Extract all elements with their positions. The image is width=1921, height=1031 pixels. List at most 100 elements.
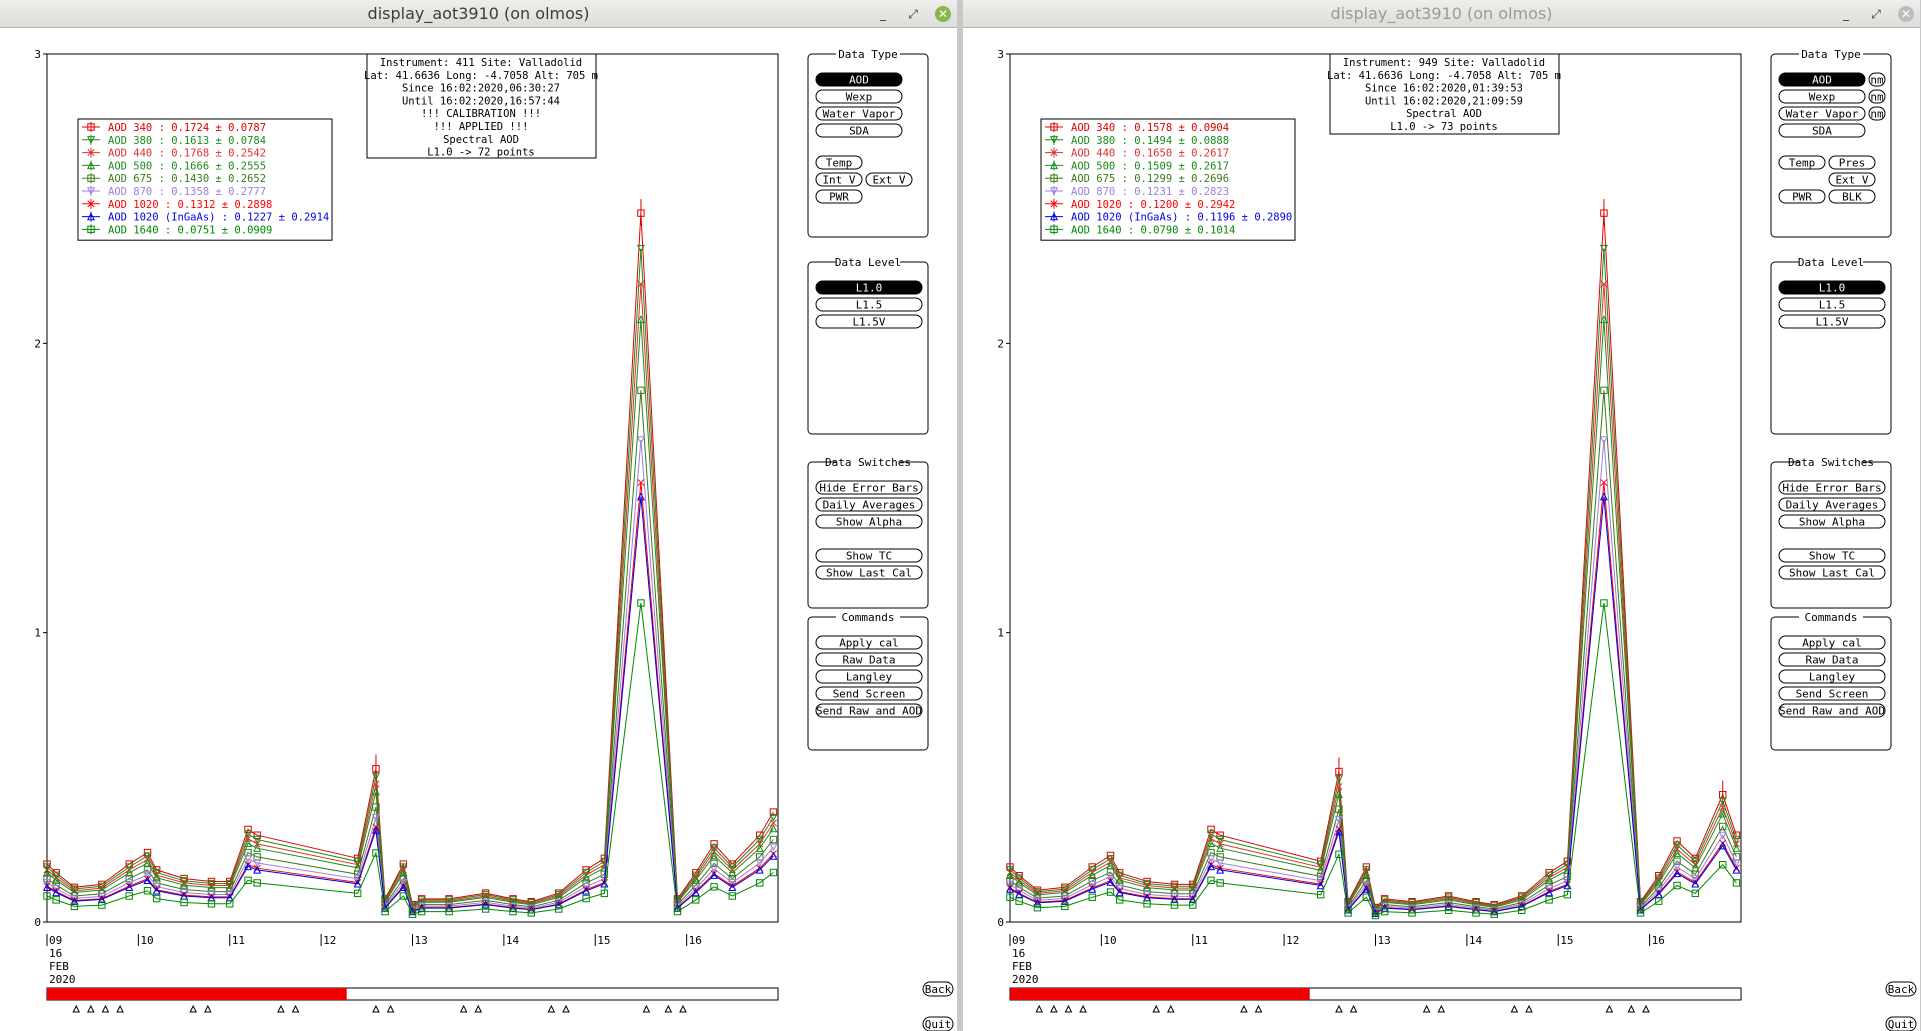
event-marker-icon	[459, 1004, 468, 1013]
left-plot-area: 321009 10 11 12 13 14 15 1616FEB2020Instrument:…	[34, 48, 954, 1031]
event-marker-icon	[642, 1004, 651, 1013]
event-marker-icon	[1422, 1004, 1431, 1013]
left-titlebar[interactable]: display_aot3910 (on olmos) _ ⤢ ✕	[0, 0, 957, 28]
legend-label: AOD 500 : 0.1509 ± 0.2617	[1071, 160, 1229, 172]
event-marker-icon	[664, 1004, 673, 1013]
button-sda[interactable]: SDA	[1778, 123, 1866, 138]
button-nm[interactable]: nm	[1868, 89, 1886, 104]
button-aod[interactable]: AOD	[815, 72, 903, 87]
button-send-screen[interactable]: Send Screen	[1778, 686, 1886, 701]
button-show-alpha[interactable]: Show Alpha	[815, 514, 923, 529]
button-langley[interactable]: Langley	[1778, 669, 1886, 684]
button-pres[interactable]: Pres	[1828, 155, 1876, 170]
button-hide-error-bars[interactable]: Hide Error Bars	[1778, 480, 1886, 495]
panel-data-type: Data Type AOD Wexp Water Vapor SDA Temp Int V E…	[807, 48, 929, 238]
button-show-tc[interactable]: Show TC	[815, 548, 923, 563]
close-icon[interactable]: ✕	[935, 6, 951, 22]
button-ext-v[interactable]: Ext V	[865, 172, 913, 187]
button-aod[interactable]: AOD	[1778, 72, 1866, 87]
button-label: Show Last Cal	[826, 567, 912, 580]
date-label: 2020	[1012, 973, 1039, 986]
minimize-icon[interactable]: _	[1838, 6, 1854, 22]
button-nm[interactable]: nm	[1868, 106, 1886, 121]
panel-data-level: Data Level L1.0 L1.5 L1.5V	[807, 256, 929, 435]
button-pwr[interactable]: PWR	[815, 189, 863, 204]
button-send-screen[interactable]: Send Screen	[815, 686, 923, 701]
panel-title: Data Type	[838, 48, 898, 61]
button-show-tc[interactable]: Show TC	[1778, 548, 1886, 563]
info-line: !!! CALIBRATION !!!	[421, 108, 541, 120]
event-marker-icon	[291, 1004, 300, 1013]
info-line: Until 16:02:2020,21:09:59	[1365, 95, 1523, 107]
button-ext-v[interactable]: Ext V	[1828, 172, 1876, 187]
button-label: Send Raw and AOD	[1779, 705, 1885, 718]
quit-button[interactable]: Quit	[1885, 1016, 1917, 1031]
button-label: Wexp	[1809, 91, 1836, 104]
button-show-last-cal[interactable]: Show Last Cal	[815, 565, 923, 580]
x-tick-label: 11	[232, 934, 245, 947]
info-line: Since 16:02:2020,06:30:27	[402, 83, 560, 95]
button-send-raw-and-aod[interactable]: Send Raw and AOD	[815, 703, 923, 718]
maximize-icon[interactable]: ⤢	[1868, 6, 1884, 22]
back-button[interactable]: Back	[922, 981, 954, 997]
button-show-alpha[interactable]: Show Alpha	[1778, 514, 1886, 529]
button-show-last-cal[interactable]: Show Last Cal	[1778, 565, 1886, 580]
event-marker-icon	[679, 1004, 687, 1013]
button-l1-5v[interactable]: L1.5V	[815, 314, 923, 329]
minimize-icon[interactable]: _	[875, 6, 891, 22]
event-marker-icon	[204, 1004, 212, 1013]
button-water-vapor[interactable]: Water Vapor	[1778, 106, 1866, 121]
button-sda[interactable]: SDA	[815, 123, 903, 138]
legend-label: AOD 1020 : 0.1200 ± 0.2942	[1071, 199, 1235, 211]
button-apply-cal[interactable]: Apply cal	[815, 635, 923, 650]
info-line: Instrument: 411 Site: Valladolid	[380, 57, 582, 69]
button-label: AOD	[1812, 74, 1832, 87]
progress-fill	[47, 988, 347, 1000]
button-label: Apply cal	[1802, 637, 1862, 650]
button-langley[interactable]: Langley	[815, 669, 923, 684]
info-line: Until 16:02:2020,16:57:44	[402, 95, 560, 107]
legend-label: AOD 675 : 0.1299 ± 0.2696	[1071, 173, 1229, 185]
button-blk[interactable]: BLK	[1828, 189, 1876, 204]
date-label: 16	[1012, 947, 1025, 960]
x-tick-label: 16	[1652, 934, 1665, 947]
button-send-raw-and-aod[interactable]: Send Raw and AOD	[1778, 703, 1886, 718]
button-label: SDA	[849, 125, 869, 138]
button-l1-5[interactable]: L1.5	[1778, 297, 1886, 312]
button-daily-averages[interactable]: Daily Averages	[1778, 497, 1886, 512]
button-pwr[interactable]: PWR	[1778, 189, 1826, 204]
back-button[interactable]: Back	[1885, 981, 1917, 997]
legend-label: AOD 440 : 0.1650 ± 0.2617	[1071, 148, 1229, 160]
button-raw-data[interactable]: Raw Data	[815, 652, 923, 667]
legend-label: AOD 675 : 0.1430 ± 0.2652	[108, 173, 266, 185]
info-line: L1.0 -> 72 points	[427, 147, 534, 159]
event-marker-icon	[87, 1004, 95, 1013]
right-titlebar[interactable]: display_aot3910 (on olmos) _ ⤢ ✕	[963, 0, 1920, 28]
button-nm[interactable]: nm	[1868, 72, 1886, 87]
button-label: AOD	[849, 74, 869, 87]
button-raw-data[interactable]: Raw Data	[1778, 652, 1886, 667]
button-wexp[interactable]: Wexp	[815, 89, 903, 104]
button-l1-5[interactable]: L1.5	[815, 297, 923, 312]
maximize-icon[interactable]: ⤢	[905, 6, 921, 22]
panel-title: Data Switches	[1788, 456, 1874, 469]
button-apply-cal[interactable]: Apply cal	[1778, 635, 1886, 650]
button-l1-0[interactable]: L1.0	[815, 280, 923, 295]
date-label: 2020	[49, 973, 76, 986]
button-wexp[interactable]: Wexp	[1778, 89, 1866, 104]
button-hide-error-bars[interactable]: Hide Error Bars	[815, 480, 923, 495]
close-icon[interactable]: ✕	[1898, 6, 1914, 22]
button-int-v[interactable]: Int V	[815, 172, 863, 187]
button-daily-averages[interactable]: Daily Averages	[815, 497, 923, 512]
button-l1-5v[interactable]: L1.5V	[1778, 314, 1886, 329]
button-water-vapor[interactable]: Water Vapor	[815, 106, 903, 121]
button-temp[interactable]: Temp	[815, 155, 863, 170]
x-tick-label: 13	[415, 934, 428, 947]
button-temp[interactable]: Temp	[1778, 155, 1826, 170]
button-label: Apply cal	[839, 637, 899, 650]
quit-button[interactable]: Quit	[922, 1016, 954, 1031]
button-l1-0[interactable]: L1.0	[1778, 280, 1886, 295]
button-label: Send Raw and AOD	[816, 705, 922, 718]
y-tick-label: 1	[997, 627, 1004, 640]
legend-label: AOD 1640 : 0.0751 ± 0.0909	[108, 224, 272, 236]
